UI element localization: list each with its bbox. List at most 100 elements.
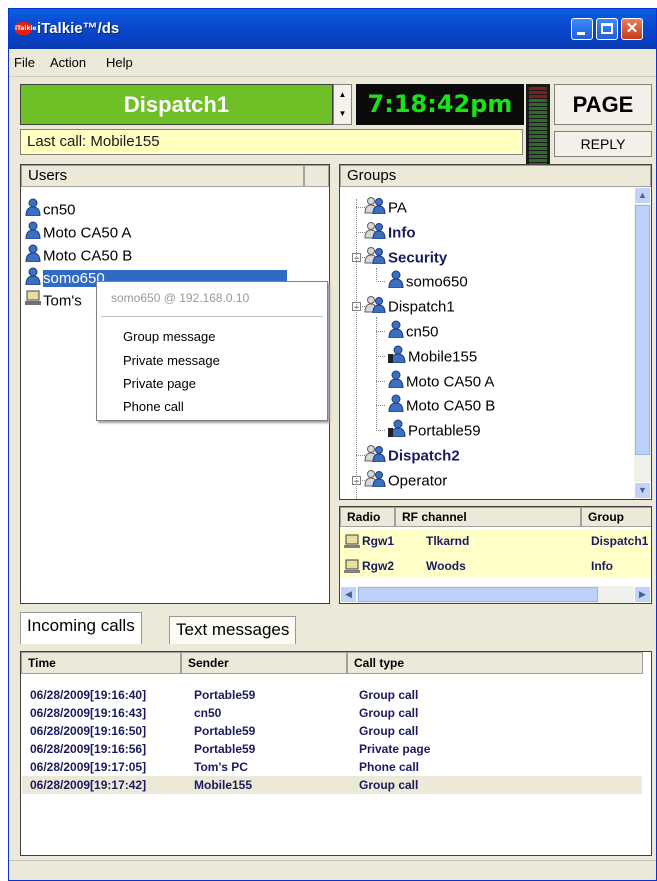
user-list-item[interactable]: Moto CA50 B	[25, 244, 132, 266]
minimize-icon[interactable]	[571, 18, 593, 40]
tree-group-item[interactable]: Security	[364, 246, 447, 268]
call-time: 06/28/2009[19:17:05]	[30, 760, 147, 774]
call-type: Group call	[359, 778, 419, 792]
radio-user-icon	[388, 345, 406, 370]
radio-hscrollbar[interactable]: ◀ ▶	[340, 586, 651, 603]
call-type-col-header[interactable]: Call type	[347, 652, 643, 674]
menu-item-phone-call[interactable]: Phone call	[123, 399, 184, 414]
radio-user-icon	[388, 419, 406, 444]
tree-member-item[interactable]: somo650	[388, 270, 468, 292]
call-row[interactable]: 06/28/2009[19:17:05] Tom's PC Phone call	[22, 758, 642, 776]
reply-button[interactable]: REPLY	[554, 131, 652, 157]
rf-channel-col-header[interactable]: RF channel	[395, 507, 581, 527]
hscroll-thumb[interactable]	[358, 587, 598, 602]
sender-col-header[interactable]: Sender	[181, 652, 347, 674]
call-row[interactable]: 06/28/2009[19:16:56] Portable59 Private pa…	[22, 740, 642, 758]
person-icon	[25, 267, 41, 292]
call-row[interactable]: 06/28/2009[19:17:42] Mobile155 Group call	[22, 776, 642, 794]
tree-item-label: Dispatch2	[388, 447, 460, 465]
menu-help[interactable]: Help	[106, 55, 133, 70]
spin-up-icon[interactable]: ▲	[334, 85, 351, 104]
menu-file[interactable]: File	[14, 55, 35, 70]
radio-group: Info	[591, 559, 613, 573]
vu-bar	[529, 107, 547, 110]
group-icon	[364, 295, 386, 320]
call-sender: Mobile155	[194, 778, 253, 792]
group-col-header[interactable]: Group	[581, 507, 651, 527]
groups-scrollbar[interactable]: ▲ ▼	[634, 187, 651, 499]
person-icon	[25, 198, 41, 223]
tree-item-label: Dispatch1	[388, 298, 455, 316]
scroll-right-icon[interactable]: ▶	[634, 586, 651, 603]
tree-connector	[356, 455, 365, 456]
call-row[interactable]: 06/28/2009[19:16:40] Portable59 Group call	[22, 686, 642, 704]
maximize-icon[interactable]	[596, 18, 618, 40]
tree-item-label: somo650	[406, 273, 468, 291]
menu-item-private-page[interactable]: Private page	[123, 376, 196, 391]
spin-down-icon[interactable]: ▼	[334, 104, 351, 123]
tree-connector	[376, 405, 385, 407]
tree-member-item[interactable]: Moto CA50 A	[388, 370, 494, 392]
tree-connector	[376, 430, 385, 432]
tree-group-item[interactable]: Dispatch2	[364, 444, 460, 466]
radio-row[interactable]: Rgw1 Tlkarnd Dispatch1	[340, 529, 651, 553]
tree-group-item[interactable]: Dispatch1	[364, 295, 455, 317]
call-sender: Portable59	[194, 688, 256, 702]
title-bar[interactable]: iTalkie iTalkie™/ds ✕	[9, 9, 656, 49]
tree-group-item[interactable]: Operator	[364, 469, 447, 491]
menu-action[interactable]: Action	[50, 55, 86, 70]
tree-item-label: Moto CA50 B	[406, 397, 496, 415]
tree-member-item[interactable]: Portable59	[388, 419, 481, 441]
radio-col-header[interactable]: Radio	[340, 507, 395, 527]
call-row[interactable]: 06/28/2009[19:16:43] cn50 Group call	[22, 704, 642, 722]
tab-incoming-calls[interactable]: Incoming calls	[20, 612, 142, 644]
vu-bar	[529, 87, 547, 90]
tree-item-label: Operator	[388, 472, 448, 490]
user-list-item[interactable]: cn50	[25, 198, 76, 220]
groups-header[interactable]: Groups	[340, 165, 651, 187]
call-row[interactable]: 06/28/2009[19:16:50] Portable59 Group call	[22, 722, 642, 740]
vu-bar	[529, 139, 547, 142]
menu-item-private-message[interactable]: Private message	[123, 353, 220, 368]
vu-bar	[529, 143, 547, 146]
vu-bar	[529, 123, 547, 126]
vu-bar	[529, 147, 547, 150]
group-icon	[364, 196, 386, 221]
page-button[interactable]: PAGE	[554, 84, 652, 125]
time-col-header[interactable]: Time	[21, 652, 181, 674]
tree-member-item[interactable]: Mobile155	[388, 345, 477, 367]
close-icon[interactable]: ✕	[621, 18, 643, 40]
user-list-item[interactable]: Tom's	[25, 290, 82, 312]
tree-group-item[interactable]: PA	[364, 196, 407, 218]
vu-bar	[529, 119, 547, 122]
tree-connector	[376, 331, 385, 332]
users-header-extra[interactable]	[304, 165, 329, 187]
tree-member-item[interactable]: cn50	[388, 320, 439, 342]
scroll-down-icon[interactable]: ▼	[634, 482, 651, 499]
vu-bar	[529, 115, 547, 118]
vu-bar	[529, 151, 547, 154]
user-context-menu: somo650 @ 192.168.0.10 Group message Pri…	[96, 281, 328, 421]
scroll-left-icon[interactable]: ◀	[340, 586, 357, 603]
call-time: 06/28/2009[19:17:42]	[30, 778, 147, 792]
user-list-item[interactable]: Moto CA50 A	[25, 221, 131, 243]
tree-connector	[376, 380, 385, 382]
tree-connector	[376, 267, 377, 283]
scroll-up-icon[interactable]: ▲	[634, 187, 651, 204]
groups-panel: Groups PA Info Security − somo650 Dispatch1− c…	[339, 164, 652, 500]
incoming-calls-panel: Time Sender Call type 06/28/2009[19:16:4…	[20, 651, 652, 856]
tree-connector	[356, 199, 357, 499]
tree-group-item[interactable]: Info	[364, 221, 416, 243]
tab-text-messages[interactable]: Text messages	[169, 616, 297, 644]
tree-connector	[376, 281, 385, 283]
radio-gateway-icon	[344, 534, 362, 551]
group-icon	[364, 246, 386, 271]
menu-item-group-message[interactable]: Group message	[123, 329, 216, 344]
scroll-thumb[interactable]	[635, 205, 650, 455]
call-type: Private page	[359, 742, 431, 756]
channel-spinner[interactable]: ▲ ▼	[333, 84, 352, 125]
tree-member-item[interactable]: Moto CA50 B	[388, 394, 495, 416]
radio-row[interactable]: Rgw2 Woods Info	[340, 554, 651, 578]
users-header[interactable]: Users	[21, 165, 304, 187]
tree-connector	[356, 207, 365, 208]
